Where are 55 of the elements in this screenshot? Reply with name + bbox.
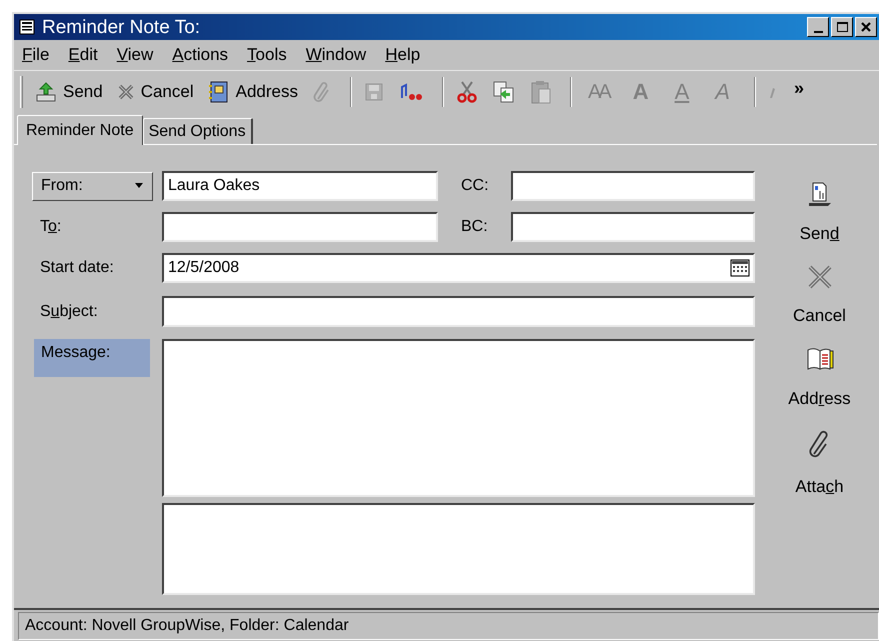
attach-button[interactable]: Attach — [774, 430, 864, 499]
scissors-icon — [456, 80, 478, 104]
menu-item[interactable]: Help — [385, 42, 420, 68]
tab[interactable]: Send Options — [142, 118, 253, 144]
start-date-label: Start date: — [39, 258, 115, 278]
from-field[interactable]: Laura Oakes — [162, 171, 438, 201]
status-bar: Account: Novell GroupWise, Folder: Calendar — [18, 612, 879, 640]
subject-label: Subject: — [39, 302, 99, 322]
more-button[interactable]: » — [790, 71, 808, 105]
address-button[interactable]: Address — [774, 346, 864, 412]
start-date-field[interactable]: 12/5/2008 — [162, 253, 755, 283]
text-area[interactable] — [162, 503, 755, 595]
from-dropdown[interactable]: From: — [32, 172, 153, 200]
minimize-icon — [814, 31, 822, 33]
minimize-button[interactable] — [807, 17, 829, 37]
menu-item[interactable]: File — [22, 42, 50, 68]
address-book-icon — [208, 80, 230, 104]
x-icon — [806, 264, 832, 288]
address-button[interactable]: Address — [204, 74, 302, 108]
menu-item[interactable]: View — [116, 42, 154, 68]
calendar-icon[interactable] — [730, 259, 750, 277]
field-value: 12/5/2008 — [168, 258, 240, 278]
maximize-icon — [836, 22, 848, 32]
message-label: Message: — [34, 339, 150, 377]
open-book-icon — [806, 346, 834, 372]
copy-icon — [492, 80, 516, 104]
subject-field[interactable] — [162, 296, 755, 327]
send-icon — [806, 181, 832, 207]
bc-label: BC: — [461, 217, 489, 237]
tab[interactable]: Reminder Note — [17, 115, 143, 145]
to-label: To: — [39, 217, 62, 237]
x-icon — [116, 82, 135, 100]
cc-field[interactable] — [511, 171, 755, 201]
send-icon — [35, 80, 57, 102]
cancel-button[interactable]: Cancel — [112, 74, 198, 108]
window-title: Reminder Note To: — [42, 18, 200, 36]
bc-field[interactable] — [511, 212, 755, 242]
clipboard-icon — [530, 78, 552, 104]
to-field[interactable] — [162, 212, 438, 242]
menu-item[interactable]: Window — [306, 42, 366, 68]
close-button[interactable] — [855, 17, 877, 37]
field-value: Laura Oakes — [168, 176, 260, 196]
close-icon — [860, 21, 872, 33]
send-button[interactable]: Send — [774, 181, 864, 246]
caret-icon — [134, 183, 144, 189]
cancel-button[interactable]: Cancel — [774, 264, 864, 328]
send-button[interactable]: Send — [31, 74, 107, 108]
menu-item[interactable]: Tools — [247, 42, 287, 68]
floppy-icon — [364, 82, 384, 102]
note-icon — [18, 18, 36, 36]
cc-label: CC: — [461, 176, 490, 196]
menu-item[interactable]: Actions — [172, 42, 228, 68]
message-field[interactable] — [162, 339, 755, 497]
menu-item[interactable]: Edit — [68, 42, 98, 68]
maximize-button[interactable] — [831, 17, 853, 37]
